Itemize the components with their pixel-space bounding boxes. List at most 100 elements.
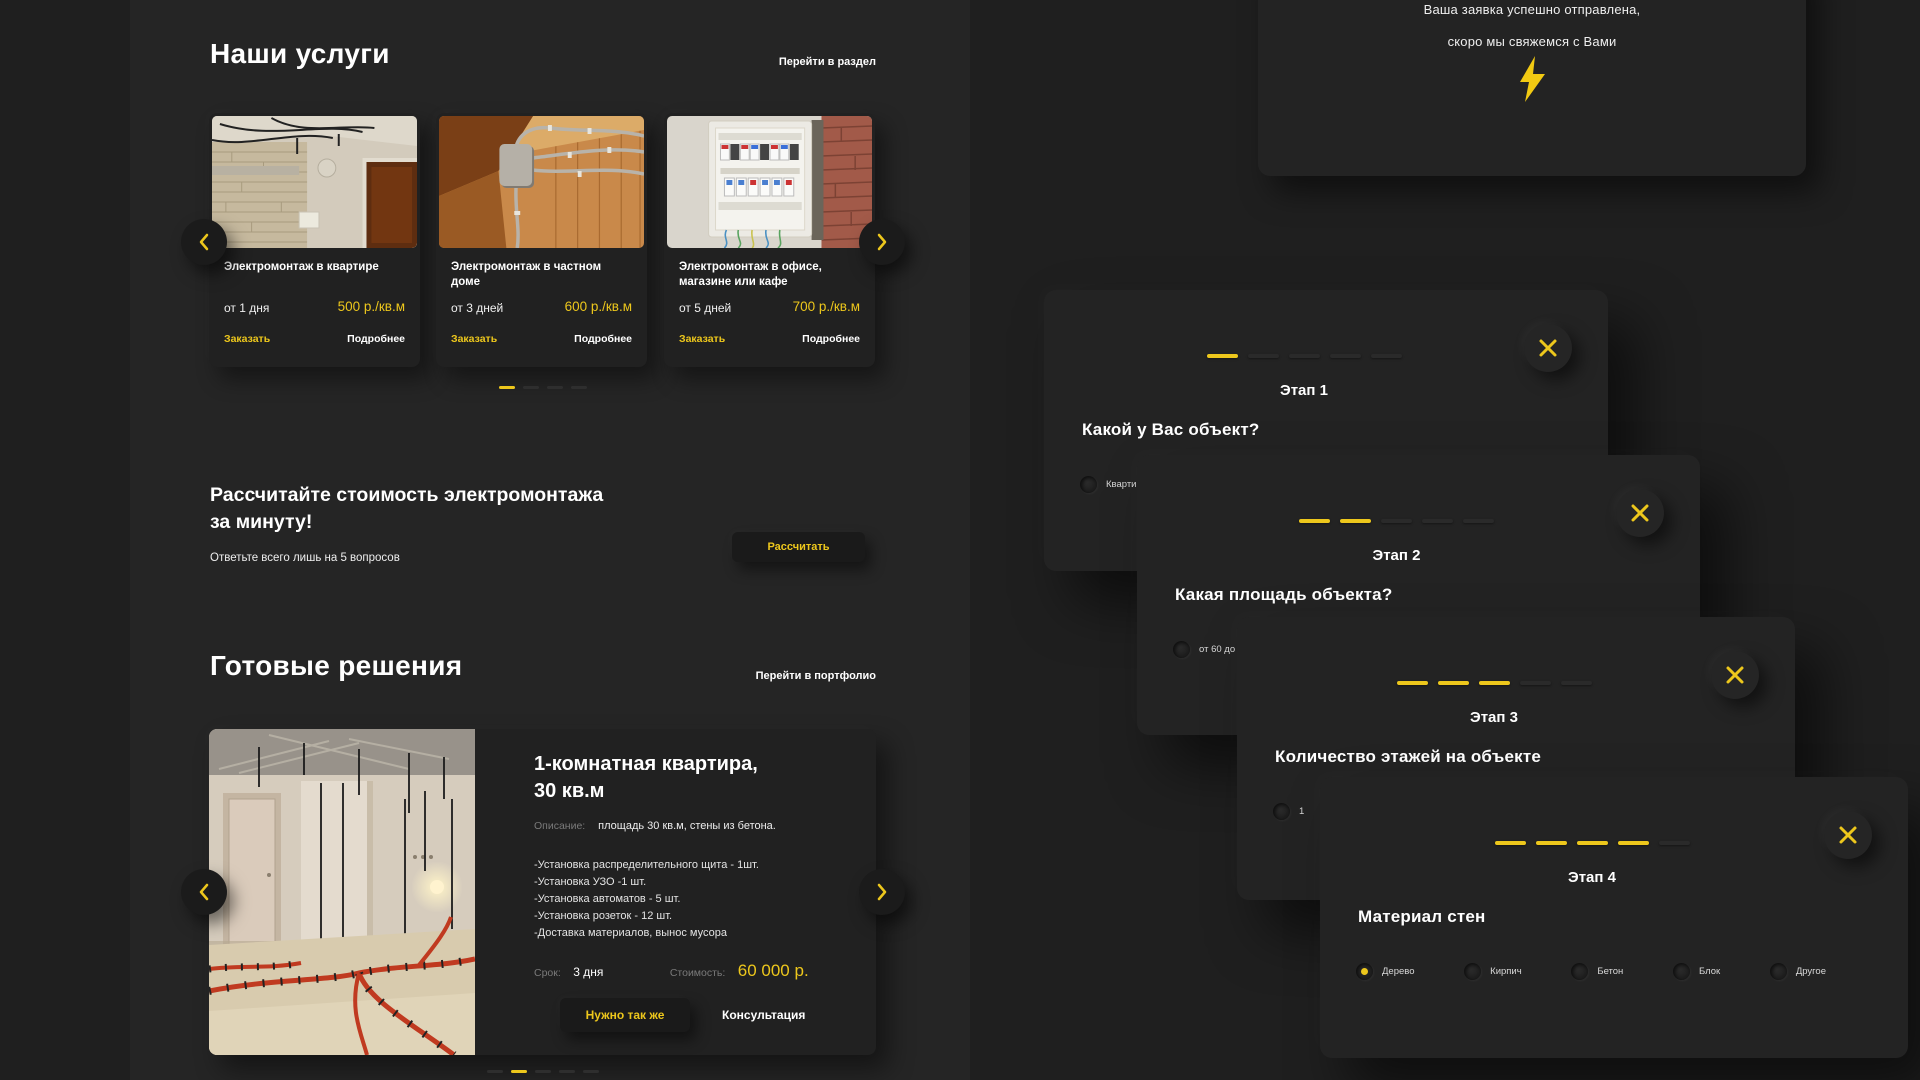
progress-bar bbox=[1115, 519, 1678, 523]
services-carousel-dots bbox=[209, 386, 876, 389]
service-title: Электромонтаж в офисе, магазине или кафе bbox=[679, 260, 859, 290]
progress-dash bbox=[1618, 841, 1649, 845]
radio-icon[interactable] bbox=[1173, 641, 1190, 658]
portfolio-card: 1-комнатная квартира, 30 кв.м Описание: … bbox=[209, 729, 876, 1055]
chevron-right-icon bbox=[875, 883, 889, 901]
carousel-dash[interactable] bbox=[511, 1070, 527, 1073]
services-next-button[interactable] bbox=[859, 219, 905, 265]
service-details-link[interactable]: Подробнее bbox=[574, 333, 632, 345]
progress-dash bbox=[1422, 519, 1453, 523]
radio-icon[interactable] bbox=[1673, 963, 1690, 980]
service-details-link[interactable]: Подробнее bbox=[802, 333, 860, 345]
option-concrete[interactable]: Бетон bbox=[1571, 963, 1623, 980]
options-row: от 60 до bbox=[1173, 641, 1235, 658]
want-same-button[interactable]: Нужно так же bbox=[560, 998, 690, 1032]
option-area[interactable]: от 60 до bbox=[1173, 641, 1235, 658]
progress-dash bbox=[1207, 354, 1238, 358]
step-question: Какая площадь объекта? bbox=[1175, 585, 1392, 605]
term-label: Срок: bbox=[534, 967, 561, 979]
close-icon bbox=[1538, 338, 1558, 358]
close-button[interactable] bbox=[1711, 651, 1759, 699]
close-button[interactable] bbox=[1616, 489, 1664, 537]
portfolio-next-button[interactable] bbox=[859, 869, 905, 915]
cost-value: 60 000 р. bbox=[738, 961, 809, 980]
service-card: Электромонтаж в квартире от 1 дня 500 р.… bbox=[209, 113, 420, 367]
carousel-dash[interactable] bbox=[559, 1070, 575, 1073]
progress-bar bbox=[1215, 681, 1773, 685]
progress-dash bbox=[1659, 841, 1690, 845]
progress-dash bbox=[1381, 519, 1412, 523]
carousel-dash[interactable] bbox=[583, 1070, 599, 1073]
progress-dash bbox=[1438, 681, 1469, 685]
carousel-dash[interactable] bbox=[547, 386, 563, 389]
portfolio-section-link[interactable]: Перейти в портфолио bbox=[640, 670, 876, 682]
toast-text-line2: скоро мы свяжемся с Вами bbox=[1258, 34, 1806, 49]
portfolio-description-row: Описание: площадь 30 кв.м, стены из бето… bbox=[534, 820, 776, 832]
option-one-floor[interactable]: 1 bbox=[1273, 803, 1304, 820]
quiz-modal-step-4: Этап 4 Материал стен Дерево Кирпич Бетон… bbox=[1320, 777, 1908, 1058]
progress-dash bbox=[1561, 681, 1592, 685]
portfolio-work-list: -Установка распределительного щита - 1шт… bbox=[534, 857, 759, 942]
calculator-subtitle: Ответьте всего лишь на 5 вопросов bbox=[210, 552, 400, 564]
option-other[interactable]: Другое bbox=[1770, 963, 1826, 980]
progress-dash bbox=[1577, 841, 1608, 845]
calculate-button[interactable]: Рассчитать bbox=[732, 532, 865, 562]
cost-label: Стоимость: bbox=[670, 967, 725, 979]
close-icon bbox=[1838, 825, 1858, 845]
service-card: Электромонтаж в частном доме от 3 дней 6… bbox=[436, 113, 647, 367]
option-wood[interactable]: Дерево bbox=[1356, 963, 1415, 980]
radio-icon[interactable] bbox=[1464, 963, 1481, 980]
service-photo-apartment bbox=[212, 116, 417, 248]
portfolio-carousel-dots bbox=[209, 1070, 876, 1073]
radio-icon[interactable] bbox=[1273, 803, 1290, 820]
step-label: Этап 3 bbox=[1215, 709, 1773, 726]
step-label: Этап 1 bbox=[1022, 382, 1586, 399]
radio-icon[interactable] bbox=[1356, 963, 1373, 980]
consultation-link[interactable]: Консультация bbox=[722, 1008, 805, 1022]
carousel-dash[interactable] bbox=[487, 1070, 503, 1073]
option-brick[interactable]: Кирпич bbox=[1464, 963, 1522, 980]
service-order-link[interactable]: Заказать bbox=[679, 333, 725, 345]
description-value: площадь 30 кв.м, стены из бетона. bbox=[598, 820, 776, 832]
chevron-left-icon bbox=[197, 233, 211, 251]
portfolio-item-title: 1-комнатная квартира, 30 кв.м bbox=[534, 751, 758, 805]
progress-bar bbox=[1298, 841, 1886, 845]
service-details-link[interactable]: Подробнее bbox=[347, 333, 405, 345]
options-row: 1 bbox=[1273, 803, 1304, 820]
carousel-dash[interactable] bbox=[499, 386, 515, 389]
progress-dash bbox=[1479, 681, 1510, 685]
progress-dash bbox=[1371, 354, 1402, 358]
close-button[interactable] bbox=[1524, 324, 1572, 372]
service-duration: от 3 дней bbox=[451, 301, 503, 315]
service-order-link[interactable]: Заказать bbox=[451, 333, 497, 345]
step-question: Количество этажей на объекте bbox=[1275, 747, 1541, 767]
list-item: -Установка автоматов - 5 шт. bbox=[534, 891, 759, 908]
close-button[interactable] bbox=[1824, 811, 1872, 859]
service-order-link[interactable]: Заказать bbox=[224, 333, 270, 345]
close-icon bbox=[1725, 665, 1745, 685]
option-block[interactable]: Блок bbox=[1673, 963, 1720, 980]
radio-icon[interactable] bbox=[1770, 963, 1787, 980]
list-item: -Установка розеток - 12 шт. bbox=[534, 908, 759, 925]
list-item: -Доставка материалов, вынос мусора bbox=[534, 925, 759, 942]
portfolio-photo-apartment bbox=[209, 729, 475, 1055]
chevron-left-icon bbox=[197, 883, 211, 901]
carousel-dash[interactable] bbox=[571, 386, 587, 389]
service-price: 500 р./кв.м bbox=[338, 299, 405, 314]
step-label: Этап 2 bbox=[1115, 547, 1678, 564]
services-section-link[interactable]: Перейти в раздел bbox=[640, 56, 876, 68]
lightning-icon bbox=[1517, 56, 1547, 102]
services-section-title: Наши услуги bbox=[210, 38, 390, 70]
calculator-title: Рассчитайте стоимость электромонтажа за … bbox=[210, 482, 603, 536]
page: Наши услуги Перейти в раздел bbox=[0, 0, 1920, 1080]
service-card: Электромонтаж в офисе, магазине или кафе… bbox=[664, 113, 875, 367]
radio-icon[interactable] bbox=[1080, 476, 1097, 493]
radio-icon[interactable] bbox=[1571, 963, 1588, 980]
portfolio-prev-button[interactable] bbox=[181, 869, 227, 915]
progress-dash bbox=[1495, 841, 1526, 845]
carousel-dash[interactable] bbox=[535, 1070, 551, 1073]
carousel-dash[interactable] bbox=[523, 386, 539, 389]
progress-dash bbox=[1340, 519, 1371, 523]
services-prev-button[interactable] bbox=[181, 219, 227, 265]
toast-text-line1: Ваша заявка успешно отправлена, bbox=[1258, 2, 1806, 17]
